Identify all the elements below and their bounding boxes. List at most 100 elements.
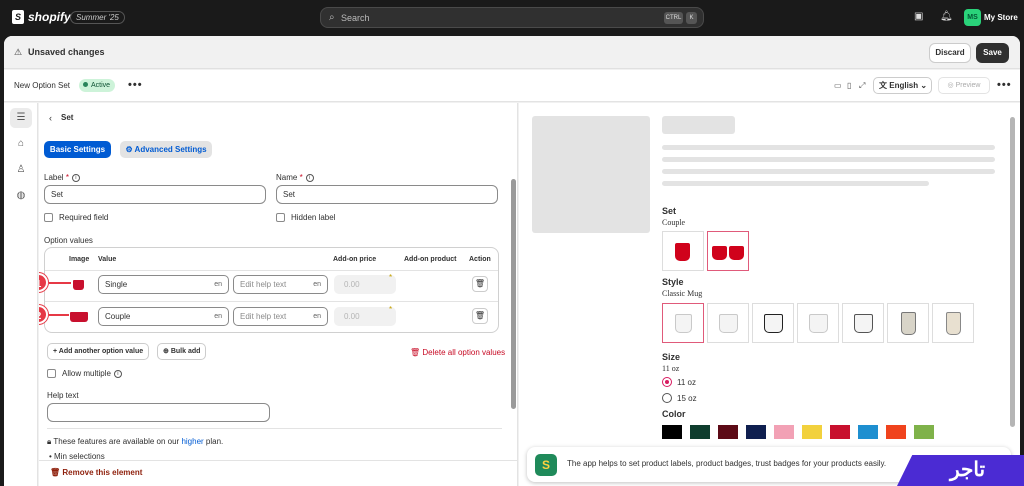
color-swatch[interactable] xyxy=(886,425,906,439)
person-icon[interactable]: ♙ xyxy=(10,160,32,180)
trash-icon: 🗑︎ xyxy=(50,468,61,477)
desktop-icon[interactable]: ▭ xyxy=(834,81,842,90)
tab-basic-settings[interactable]: Basic Settings xyxy=(44,141,111,158)
store-name[interactable]: My Store xyxy=(984,13,1018,22)
divider xyxy=(39,460,517,461)
color-swatch[interactable] xyxy=(746,425,766,439)
back-arrow-icon[interactable]: ‹ xyxy=(49,113,52,123)
top-bar: S shopify Summer '25 ⌕ Search CTRL K ▣ 🔔… xyxy=(0,0,1024,35)
color-swatch[interactable] xyxy=(914,425,934,439)
higher-plan-link[interactable]: higher xyxy=(181,437,203,446)
allow-multiple-label: Allow multiple i xyxy=(62,369,122,378)
tab-advanced-settings[interactable]: ⚙ Advanced Settings xyxy=(120,141,212,158)
color-swatch[interactable] xyxy=(662,425,682,439)
style-swatch[interactable] xyxy=(932,303,974,343)
style-swatch[interactable] xyxy=(662,303,704,343)
addon-price-couple[interactable]: 0.00 xyxy=(334,307,396,326)
allow-multiple-checkbox[interactable] xyxy=(47,369,56,378)
list-icon[interactable]: ☰ xyxy=(10,108,32,128)
shopify-bag-icon: S xyxy=(12,10,24,24)
app-logo: S xyxy=(535,454,557,476)
left-rail: ☰ ⌂ ♙ ◍ xyxy=(4,103,38,486)
color-swatch[interactable] xyxy=(802,425,822,439)
white-mug-image xyxy=(764,314,783,333)
preview-scrollbar[interactable] xyxy=(1010,117,1015,427)
white-mug-image xyxy=(719,314,738,333)
set-swatch-single[interactable] xyxy=(662,231,704,271)
style-swatch[interactable] xyxy=(797,303,839,343)
style-swatch[interactable] xyxy=(887,303,929,343)
remove-element-link[interactable]: 🗑︎ Remove this element xyxy=(50,468,142,477)
callout-arrow xyxy=(49,282,71,284)
color-swatch[interactable] xyxy=(858,425,878,439)
store-icon[interactable]: ▣ xyxy=(914,11,923,22)
help-text-input[interactable] xyxy=(47,403,270,422)
shopify-logo[interactable]: S shopify xyxy=(12,10,71,24)
divider xyxy=(45,270,498,271)
kbd-ctrl: CTRL xyxy=(664,12,683,24)
preview-button[interactable]: ◎ Preview xyxy=(938,77,990,94)
color-swatch[interactable] xyxy=(830,425,850,439)
save-button[interactable]: Save xyxy=(976,43,1009,63)
red-mug-image xyxy=(712,246,727,260)
help-text-input-couple[interactable]: Edit help text en xyxy=(233,307,328,326)
style-swatch[interactable] xyxy=(842,303,884,343)
panel-scrollbar[interactable] xyxy=(511,179,516,409)
value-input-single[interactable]: Single en xyxy=(98,275,229,294)
avatar[interactable]: MS xyxy=(964,9,981,26)
discard-button[interactable]: Discard xyxy=(929,43,971,63)
value-input-couple[interactable]: Couple en xyxy=(98,307,229,326)
warning-icon: ⚠ xyxy=(14,47,23,57)
help-text-input-single[interactable]: Edit help text en xyxy=(233,275,328,294)
color-swatch[interactable] xyxy=(690,425,710,439)
label-input[interactable]: Set xyxy=(44,185,266,204)
style-option-title: Style xyxy=(662,277,684,287)
more-actions-icon[interactable]: ••• xyxy=(128,79,143,91)
color-swatch[interactable] xyxy=(774,425,794,439)
size-radio-11oz[interactable] xyxy=(662,377,672,387)
edition-badge: Summer '25 xyxy=(70,11,125,24)
search-bar[interactable]: ⌕ Search CTRL K xyxy=(320,7,704,28)
bulk-add-button[interactable]: ⊕ Bulk add xyxy=(157,343,207,360)
tag-icon[interactable]: ⌂ xyxy=(10,134,32,154)
bell-icon[interactable]: 🔔︎ xyxy=(940,11,953,22)
help-text-label: Help text xyxy=(47,391,79,400)
style-swatch[interactable] xyxy=(752,303,794,343)
search-icon: ⌕ xyxy=(329,12,335,23)
status-badge: Active xyxy=(79,79,116,92)
text-placeholder xyxy=(662,169,995,174)
couple-mug-thumbnail[interactable] xyxy=(70,312,88,322)
premium-star-icon: * xyxy=(389,273,393,282)
fullscreen-icon[interactable]: ⤢ xyxy=(859,81,865,91)
size-label-15oz: 15 oz xyxy=(677,394,697,403)
size-radio-15oz[interactable] xyxy=(662,393,672,403)
style-swatch[interactable] xyxy=(707,303,749,343)
banner-text: The app helps to set product labels, pro… xyxy=(567,459,887,468)
travel-mug-image xyxy=(901,312,916,335)
set-option-title: Set xyxy=(662,206,677,216)
trash-icon[interactable]: 🗑︎ xyxy=(472,308,488,324)
white-mug-image xyxy=(854,314,873,333)
divider xyxy=(47,428,502,429)
size-option-title: Size xyxy=(662,352,681,362)
color-swatch[interactable] xyxy=(718,425,738,439)
product-title-placeholder xyxy=(662,116,735,134)
language-select[interactable]: 文 English ⌄ xyxy=(873,77,932,94)
gear-icon: ⚙ xyxy=(125,145,133,154)
header-more-icon[interactable]: ••• xyxy=(997,79,1012,91)
hidden-label-checkbox[interactable] xyxy=(276,213,285,222)
add-option-value-button[interactable]: + Add another option value xyxy=(47,343,150,360)
addon-price-single[interactable]: 0.00 xyxy=(334,275,396,294)
hidden-label-text: Hidden label xyxy=(291,213,336,222)
mobile-icon[interactable]: ▯ xyxy=(847,81,851,90)
trash-icon[interactable]: 🗑︎ xyxy=(472,276,488,292)
preview-pane: Set Couple Style Classic Mug Size 11 oz … xyxy=(519,103,1020,486)
watermark-logo: تاجر xyxy=(897,455,1024,486)
required-checkbox[interactable] xyxy=(44,213,53,222)
single-mug-thumbnail[interactable] xyxy=(73,280,84,290)
delete-all-option-values-link[interactable]: 🗑︎ Delete all option values xyxy=(410,348,505,357)
globe-icon[interactable]: ◍ xyxy=(10,186,32,206)
required-label: Required field xyxy=(59,213,109,222)
set-swatch-couple[interactable] xyxy=(707,231,749,271)
name-input[interactable]: Set xyxy=(276,185,498,204)
